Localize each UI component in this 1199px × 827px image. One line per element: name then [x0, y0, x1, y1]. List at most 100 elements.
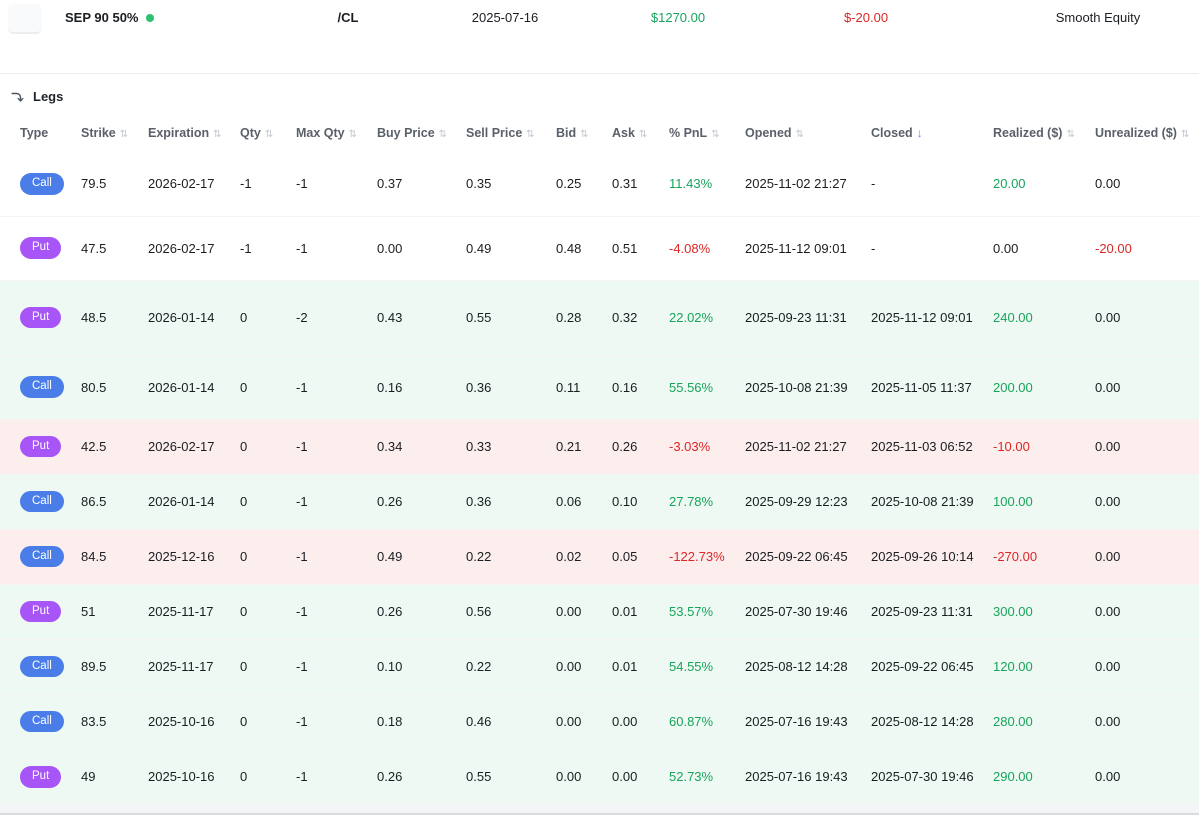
cell-opened: 2025-09-29 12:23 [745, 494, 848, 509]
column-header-realized[interactable]: Realized ($) ⇅ [993, 114, 1095, 152]
cell-unrealized: 0.00 [1095, 494, 1121, 509]
sort-desc-icon[interactable]: ↓ [917, 126, 923, 140]
cell-qty: 0 [240, 379, 248, 395]
leg-type-badge: Call [20, 710, 64, 733]
cell-pnl_pct: 60.87% [669, 714, 714, 729]
column-header-closed[interactable]: Closed ↓ [871, 114, 993, 152]
leg-row[interactable]: Call 83.5 2025-10-16 0 -1 0.18 0.46 0.00 0.00 60.… [0, 694, 1199, 749]
cell-type: Call [0, 355, 81, 419]
cell-qty: 0 [240, 494, 248, 509]
cell-pnl_pct: -122.73% [669, 549, 725, 564]
cell-opened: 2025-07-30 19:46 [745, 604, 848, 619]
sort-icon[interactable]: ⇅ [711, 129, 719, 140]
cell-max_qty: -1 [296, 240, 308, 256]
cell-expiration: 2026-02-17 [148, 439, 215, 454]
column-header-unrealized[interactable]: Unrealized ($) ⇅ [1095, 114, 1199, 152]
leg-row[interactable]: Call 84.5 2025-12-16 0 -1 0.49 0.22 0.02 0.05 -12… [0, 529, 1199, 584]
cell-type: Call [0, 639, 81, 694]
cell-expiration: 2026-02-17 [148, 240, 215, 256]
cell-ask: 0.26 [612, 439, 638, 454]
cell-sell_price: 0.36 [466, 494, 492, 509]
cell-expiration: 2025-12-16 [148, 549, 215, 564]
sort-icon[interactable]: ⇅ [1066, 129, 1074, 140]
cell-opened: 2025-10-08 21:39 [745, 379, 848, 395]
cell-bid: 0.48 [556, 240, 582, 256]
cell-pnl_pct: 11.43% [669, 176, 713, 192]
leg-row[interactable]: Put 42.5 2026-02-17 0 -1 0.34 0.33 0.21 0.26 -3.0… [0, 419, 1199, 474]
cell-pnl_pct: -4.08% [669, 240, 711, 256]
cell-strike: 51 [81, 604, 96, 619]
leg-type-badge: Call [20, 655, 64, 678]
cell-sell_price: 0.36 [466, 379, 492, 395]
column-header-strike[interactable]: Strike ⇅ [81, 114, 148, 152]
legs-table-body: Call 79.5 2026-02-17 -1 -1 0.37 0.35 0.25 0.31 11… [0, 152, 1199, 804]
column-label: Strike [81, 126, 116, 140]
cell-pnl_pct: 22.02% [669, 310, 714, 325]
sort-icon[interactable]: ⇅ [349, 129, 357, 140]
column-label: Ask [612, 126, 635, 140]
column-header-ask[interactable]: Ask ⇅ [612, 114, 669, 152]
cell-unrealized: 0.00 [1095, 176, 1121, 192]
leg-row[interactable]: Call 89.5 2025-11-17 0 -1 0.10 0.22 0.00 0.01 54.… [0, 639, 1199, 694]
column-header-buy-price[interactable]: Buy Price ⇅ [377, 114, 466, 152]
leg-row[interactable]: Put 49 2025-10-16 0 -1 0.26 0.55 0.00 0.00 52.73%… [0, 749, 1199, 804]
cell-expiration: 2025-10-16 [148, 769, 215, 785]
column-header-max-qty[interactable]: Max Qty ⇅ [296, 114, 377, 152]
cell-pnl_pct: 52.73% [669, 769, 714, 785]
leg-row[interactable]: Put 48.5 2026-01-14 0 -2 0.43 0.55 0.28 0.32 22.0… [0, 280, 1199, 355]
leg-row[interactable]: Call 80.5 2026-01-14 0 -1 0.16 0.36 0.11 0.16 55.… [0, 355, 1199, 419]
sort-icon[interactable]: ⇅ [580, 129, 588, 140]
cell-type: Call [0, 529, 81, 584]
sort-icon[interactable]: ⇅ [439, 129, 447, 140]
cell-pnl_pct: -3.03% [669, 439, 711, 454]
strategy-thumbnail[interactable] [8, 4, 42, 34]
cell-max_qty: -1 [296, 549, 308, 564]
cell-opened: 2025-11-02 21:27 [745, 176, 847, 192]
cell-opened: 2025-09-22 06:45 [745, 549, 848, 564]
column-header-expiration[interactable]: Expiration ⇅ [148, 114, 240, 152]
cell-buy_price: 0.18 [377, 714, 403, 729]
cell-strike: 86.5 [81, 494, 107, 509]
sort-icon[interactable]: ⇅ [796, 129, 804, 140]
leg-row[interactable]: Put 51 2025-11-17 0 -1 0.26 0.56 0.00 0.01 53.57%… [0, 584, 1199, 639]
cell-strike: 49 [81, 769, 96, 785]
unrealized-total: $-20.00 [843, 10, 889, 25]
cell-pnl_pct: 53.57% [669, 604, 714, 619]
leg-row[interactable]: Call 79.5 2026-02-17 -1 -1 0.37 0.35 0.25 0.31 11… [0, 152, 1199, 216]
realized-total: $1270.00 [650, 10, 706, 25]
column-label: Bid [556, 126, 577, 140]
sort-icon[interactable]: ⇅ [120, 129, 128, 140]
cell-buy_price: 0.34 [377, 439, 403, 454]
sort-icon[interactable]: ⇅ [526, 129, 534, 140]
column-header-qty[interactable]: Qty ⇅ [240, 114, 296, 152]
sort-icon[interactable]: ⇅ [265, 129, 273, 140]
table-bottom-scroll-track[interactable] [0, 804, 1199, 815]
column-header-opened[interactable]: Opened ⇅ [745, 114, 871, 152]
cell-sell_price: 0.49 [466, 240, 492, 256]
leg-row[interactable]: Put 47.5 2026-02-17 -1 -1 0.00 0.49 0.48 0.51 -4.… [0, 216, 1199, 280]
mode-label: Smooth Equity [1055, 10, 1141, 25]
cell-pnl_pct: 54.55% [669, 659, 714, 674]
legs-table: Type Strike ⇅ Expiration ⇅ Qty ⇅ Max Qty ⇅ Buy Pr… [0, 114, 1199, 804]
cell-realized: 200.00 [993, 379, 1033, 395]
cell-sell_price: 0.22 [466, 659, 492, 674]
cell-buy_price: 0.37 [377, 176, 403, 192]
sort-icon[interactable]: ⇅ [213, 129, 221, 140]
cell-closed: 2025-09-22 06:45 [871, 659, 974, 674]
column-header-sell-price[interactable]: Sell Price ⇅ [466, 114, 556, 152]
sort-icon[interactable]: ⇅ [1181, 129, 1189, 140]
cell-opened: 2025-08-12 14:28 [745, 659, 848, 674]
column-header-pnl[interactable]: % PnL ⇅ [669, 114, 745, 152]
leg-row[interactable]: Call 86.5 2026-01-14 0 -1 0.26 0.36 0.06 0.10 27.… [0, 474, 1199, 529]
sort-icon[interactable]: ⇅ [639, 129, 647, 140]
cell-unrealized: 0.00 [1095, 659, 1121, 674]
corner-down-arrow-icon[interactable] [10, 90, 24, 104]
cell-bid: 0.06 [556, 494, 582, 509]
cell-strike: 84.5 [81, 549, 107, 564]
cell-expiration: 2025-11-17 [148, 604, 214, 619]
cell-unrealized: 0.00 [1095, 310, 1121, 325]
cell-closed: 2025-11-03 06:52 [871, 439, 973, 454]
cell-sell_price: 0.22 [466, 549, 492, 564]
strategy-name-group[interactable]: SEP 90 50% [65, 10, 155, 25]
column-header-bid[interactable]: Bid ⇅ [556, 114, 612, 152]
